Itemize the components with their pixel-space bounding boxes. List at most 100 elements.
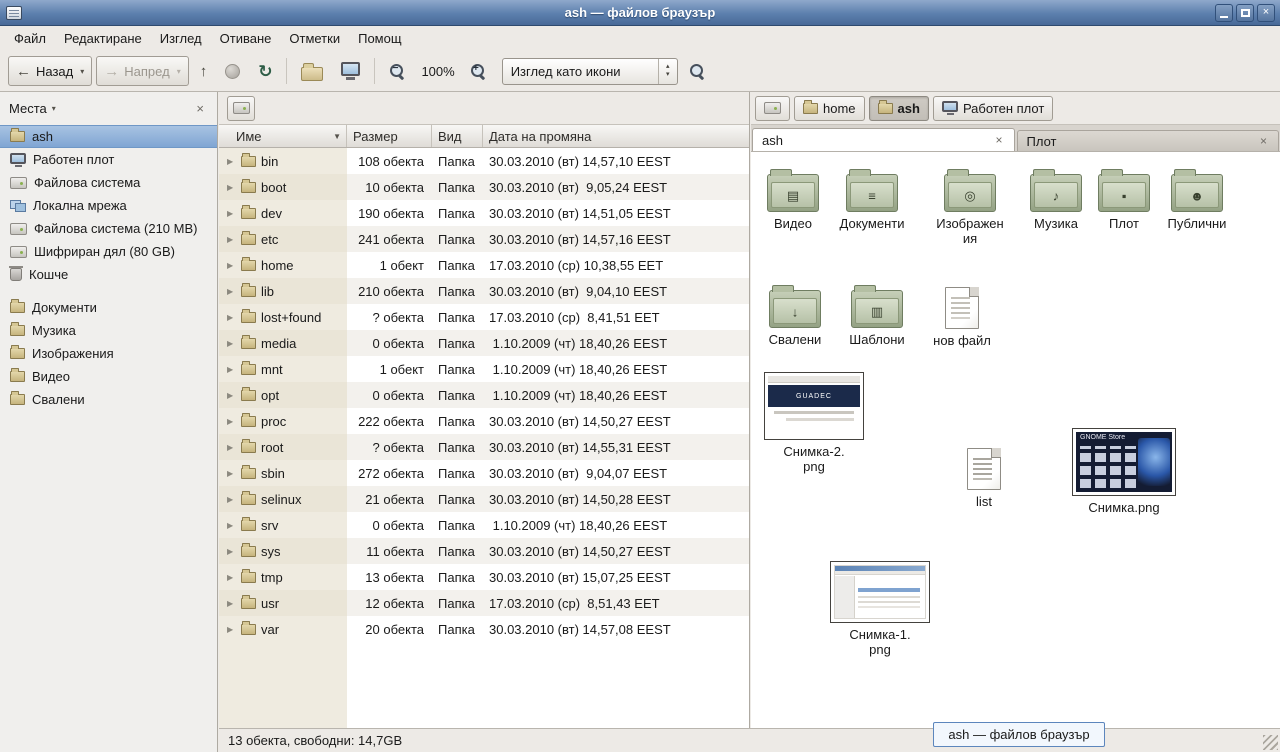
- expander-icon[interactable]: ▶: [227, 573, 236, 582]
- table-row[interactable]: ▶sys11 обектаПапка30.03.2010 (вт) 14,50,…: [219, 538, 749, 564]
- expander-icon[interactable]: ▶: [227, 261, 236, 270]
- sidebar-item-3[interactable]: Локална мрежа: [0, 194, 217, 217]
- expander-icon[interactable]: ▶: [227, 287, 236, 296]
- icon-item-downloads[interactable]: ↓Свалени: [753, 282, 837, 347]
- sidebar-combo-chevron-icon[interactable]: ▾: [52, 104, 56, 113]
- close-button[interactable]: ×: [1257, 4, 1275, 22]
- expander-icon[interactable]: ▶: [227, 521, 236, 530]
- table-row[interactable]: ▶mnt1 обектПапка 1.10.2009 (чт) 18,40,26…: [219, 356, 749, 382]
- menu-item-0[interactable]: Файл: [5, 27, 55, 50]
- resize-grip[interactable]: [1263, 735, 1278, 750]
- forward-button[interactable]: → Напред ▾: [96, 56, 188, 86]
- expander-icon[interactable]: ▶: [227, 183, 236, 192]
- back-button[interactable]: ← Назад ▾: [8, 56, 92, 86]
- expander-icon[interactable]: ▶: [227, 599, 236, 608]
- column-header-type[interactable]: Вид: [432, 125, 483, 147]
- icon-item-snimka1[interactable]: Снимка-1. png: [828, 561, 932, 657]
- table-row[interactable]: ▶home1 обектПапка17.03.2010 (ср) 10,38,5…: [219, 252, 749, 278]
- zoom-out-button[interactable]: −: [382, 56, 413, 86]
- expander-icon[interactable]: ▶: [227, 339, 236, 348]
- sidebar-item-4[interactable]: Файлова система (210 MB): [0, 217, 217, 240]
- column-header-name[interactable]: Име ▼: [219, 125, 347, 147]
- up-button[interactable]: ↑: [193, 56, 215, 86]
- table-row[interactable]: ▶opt0 обектаПапка 1.10.2009 (чт) 18,40,2…: [219, 382, 749, 408]
- expander-icon[interactable]: ▶: [227, 469, 236, 478]
- expander-icon[interactable]: ▶: [227, 495, 236, 504]
- sidebar-item-10[interactable]: Изображения: [0, 342, 217, 365]
- sidebar-item-11[interactable]: Видео: [0, 365, 217, 388]
- table-row[interactable]: ▶proc222 обектаПапка30.03.2010 (вт) 14,5…: [219, 408, 749, 434]
- icon-item-documents[interactable]: ≡Документи: [830, 166, 914, 231]
- zoom-level[interactable]: 100%: [417, 64, 458, 79]
- table-row[interactable]: ▶etc241 обектаПапка30.03.2010 (вт) 14,57…: [219, 226, 749, 252]
- sidebar-item-0[interactable]: ash: [0, 125, 217, 148]
- table-row[interactable]: ▶var20 обектаПапка30.03.2010 (вт) 14,57,…: [219, 616, 749, 642]
- icon-item-templates[interactable]: ▥Шаблони: [835, 282, 919, 347]
- table-row[interactable]: ▶lib210 обектаПапка30.03.2010 (вт) 9,04,…: [219, 278, 749, 304]
- icon-item-public[interactable]: ☻Публични: [1155, 166, 1239, 231]
- icon-item-new-file[interactable]: нов файл: [920, 282, 1004, 348]
- sidebar-item-2[interactable]: Файлова система: [0, 171, 217, 194]
- table-row[interactable]: ▶bin108 обектаПапка30.03.2010 (вт) 14,57…: [219, 148, 749, 174]
- expander-icon[interactable]: ▶: [227, 157, 236, 166]
- pathbar-crumb-1[interactable]: home: [794, 96, 865, 121]
- table-row[interactable]: ▶dev190 обектаПапка30.03.2010 (вт) 14,51…: [219, 200, 749, 226]
- taskbar-window-button[interactable]: ash — файлов браузър: [933, 722, 1105, 747]
- expander-icon[interactable]: ▶: [227, 209, 236, 218]
- tab-0[interactable]: ash×: [752, 128, 1015, 151]
- view-mode-select[interactable]: Изглед като икони ▴▾: [502, 58, 678, 85]
- menu-item-2[interactable]: Изглед: [151, 27, 211, 50]
- table-row[interactable]: ▶srv0 обектаПапка 1.10.2009 (чт) 18,40,2…: [219, 512, 749, 538]
- expander-icon[interactable]: ▶: [227, 625, 236, 634]
- table-row[interactable]: ▶sbin272 обектаПапка30.03.2010 (вт) 9,04…: [219, 460, 749, 486]
- tab-1[interactable]: Плот×: [1017, 130, 1280, 151]
- column-header-size[interactable]: Размер: [347, 125, 432, 147]
- table-row[interactable]: ▶boot10 обектаПапка30.03.2010 (вт) 9,05,…: [219, 174, 749, 200]
- minimize-button[interactable]: [1215, 4, 1233, 22]
- zoom-in-button[interactable]: +: [463, 56, 494, 86]
- pathbar-root-crumb[interactable]: [227, 96, 255, 121]
- pathbar-crumb-0[interactable]: [755, 96, 790, 121]
- sidebar-item-1[interactable]: Работен плот: [0, 148, 217, 171]
- expander-icon[interactable]: ▶: [227, 235, 236, 244]
- icon-item-desktop[interactable]: ▪Плот: [1082, 166, 1166, 231]
- icon-view[interactable]: ▤Видео≡Документи◎Изображен ия♪Музика▪Пло…: [751, 152, 1280, 728]
- stop-button[interactable]: [218, 56, 247, 86]
- sidebar-close-button[interactable]: ×: [192, 100, 208, 117]
- sidebar-item-5[interactable]: Шифриран дял (80 GB): [0, 240, 217, 263]
- combo-spinner-icon[interactable]: ▴▾: [658, 59, 677, 84]
- sidebar-item-8[interactable]: Документи: [0, 296, 217, 319]
- pathbar-crumb-3[interactable]: Работен плот: [933, 96, 1053, 121]
- expander-icon[interactable]: ▶: [227, 417, 236, 426]
- search-button[interactable]: [682, 56, 713, 86]
- icon-item-snimka2[interactable]: GUADECСнимка-2. png: [762, 372, 866, 474]
- tab-close-icon[interactable]: ×: [993, 133, 1004, 147]
- icon-item-video[interactable]: ▤Видео: [751, 166, 835, 231]
- reload-button[interactable]: ↻: [251, 56, 279, 86]
- table-row[interactable]: ▶media0 обектаПапка 1.10.2009 (чт) 18,40…: [219, 330, 749, 356]
- column-header-date[interactable]: Дата на промяна: [483, 125, 749, 147]
- table-row[interactable]: ▶lost+found? обектаПапка17.03.2010 (ср) …: [219, 304, 749, 330]
- sidebar-item-12[interactable]: Свалени: [0, 388, 217, 411]
- icon-item-list[interactable]: list: [942, 443, 1026, 509]
- expander-icon[interactable]: ▶: [227, 443, 236, 452]
- menu-item-3[interactable]: Отиване: [211, 27, 281, 50]
- table-row[interactable]: ▶root? обектаПапка30.03.2010 (вт) 14,55,…: [219, 434, 749, 460]
- expander-icon[interactable]: ▶: [227, 313, 236, 322]
- sidebar-item-9[interactable]: Музика: [0, 319, 217, 342]
- icon-item-pictures[interactable]: ◎Изображен ия: [928, 166, 1012, 246]
- table-row[interactable]: ▶usr12 обектаПапка17.03.2010 (ср) 8,51,4…: [219, 590, 749, 616]
- table-row[interactable]: ▶selinux21 обектаПапка30.03.2010 (вт) 14…: [219, 486, 749, 512]
- back-menu-chevron-icon[interactable]: ▾: [80, 67, 84, 76]
- expander-icon[interactable]: ▶: [227, 365, 236, 374]
- title-bar[interactable]: ash — файлов браузър ×: [0, 0, 1280, 26]
- home-button[interactable]: [294, 56, 330, 86]
- expander-icon[interactable]: ▶: [227, 547, 236, 556]
- computer-button[interactable]: [334, 56, 367, 86]
- menu-item-1[interactable]: Редактиране: [55, 27, 151, 50]
- expander-icon[interactable]: ▶: [227, 391, 236, 400]
- menu-item-4[interactable]: Отметки: [280, 27, 349, 50]
- table-row[interactable]: ▶tmp13 обектаПапка30.03.2010 (вт) 15,07,…: [219, 564, 749, 590]
- tab-close-icon[interactable]: ×: [1258, 134, 1269, 148]
- maximize-button[interactable]: [1236, 4, 1254, 22]
